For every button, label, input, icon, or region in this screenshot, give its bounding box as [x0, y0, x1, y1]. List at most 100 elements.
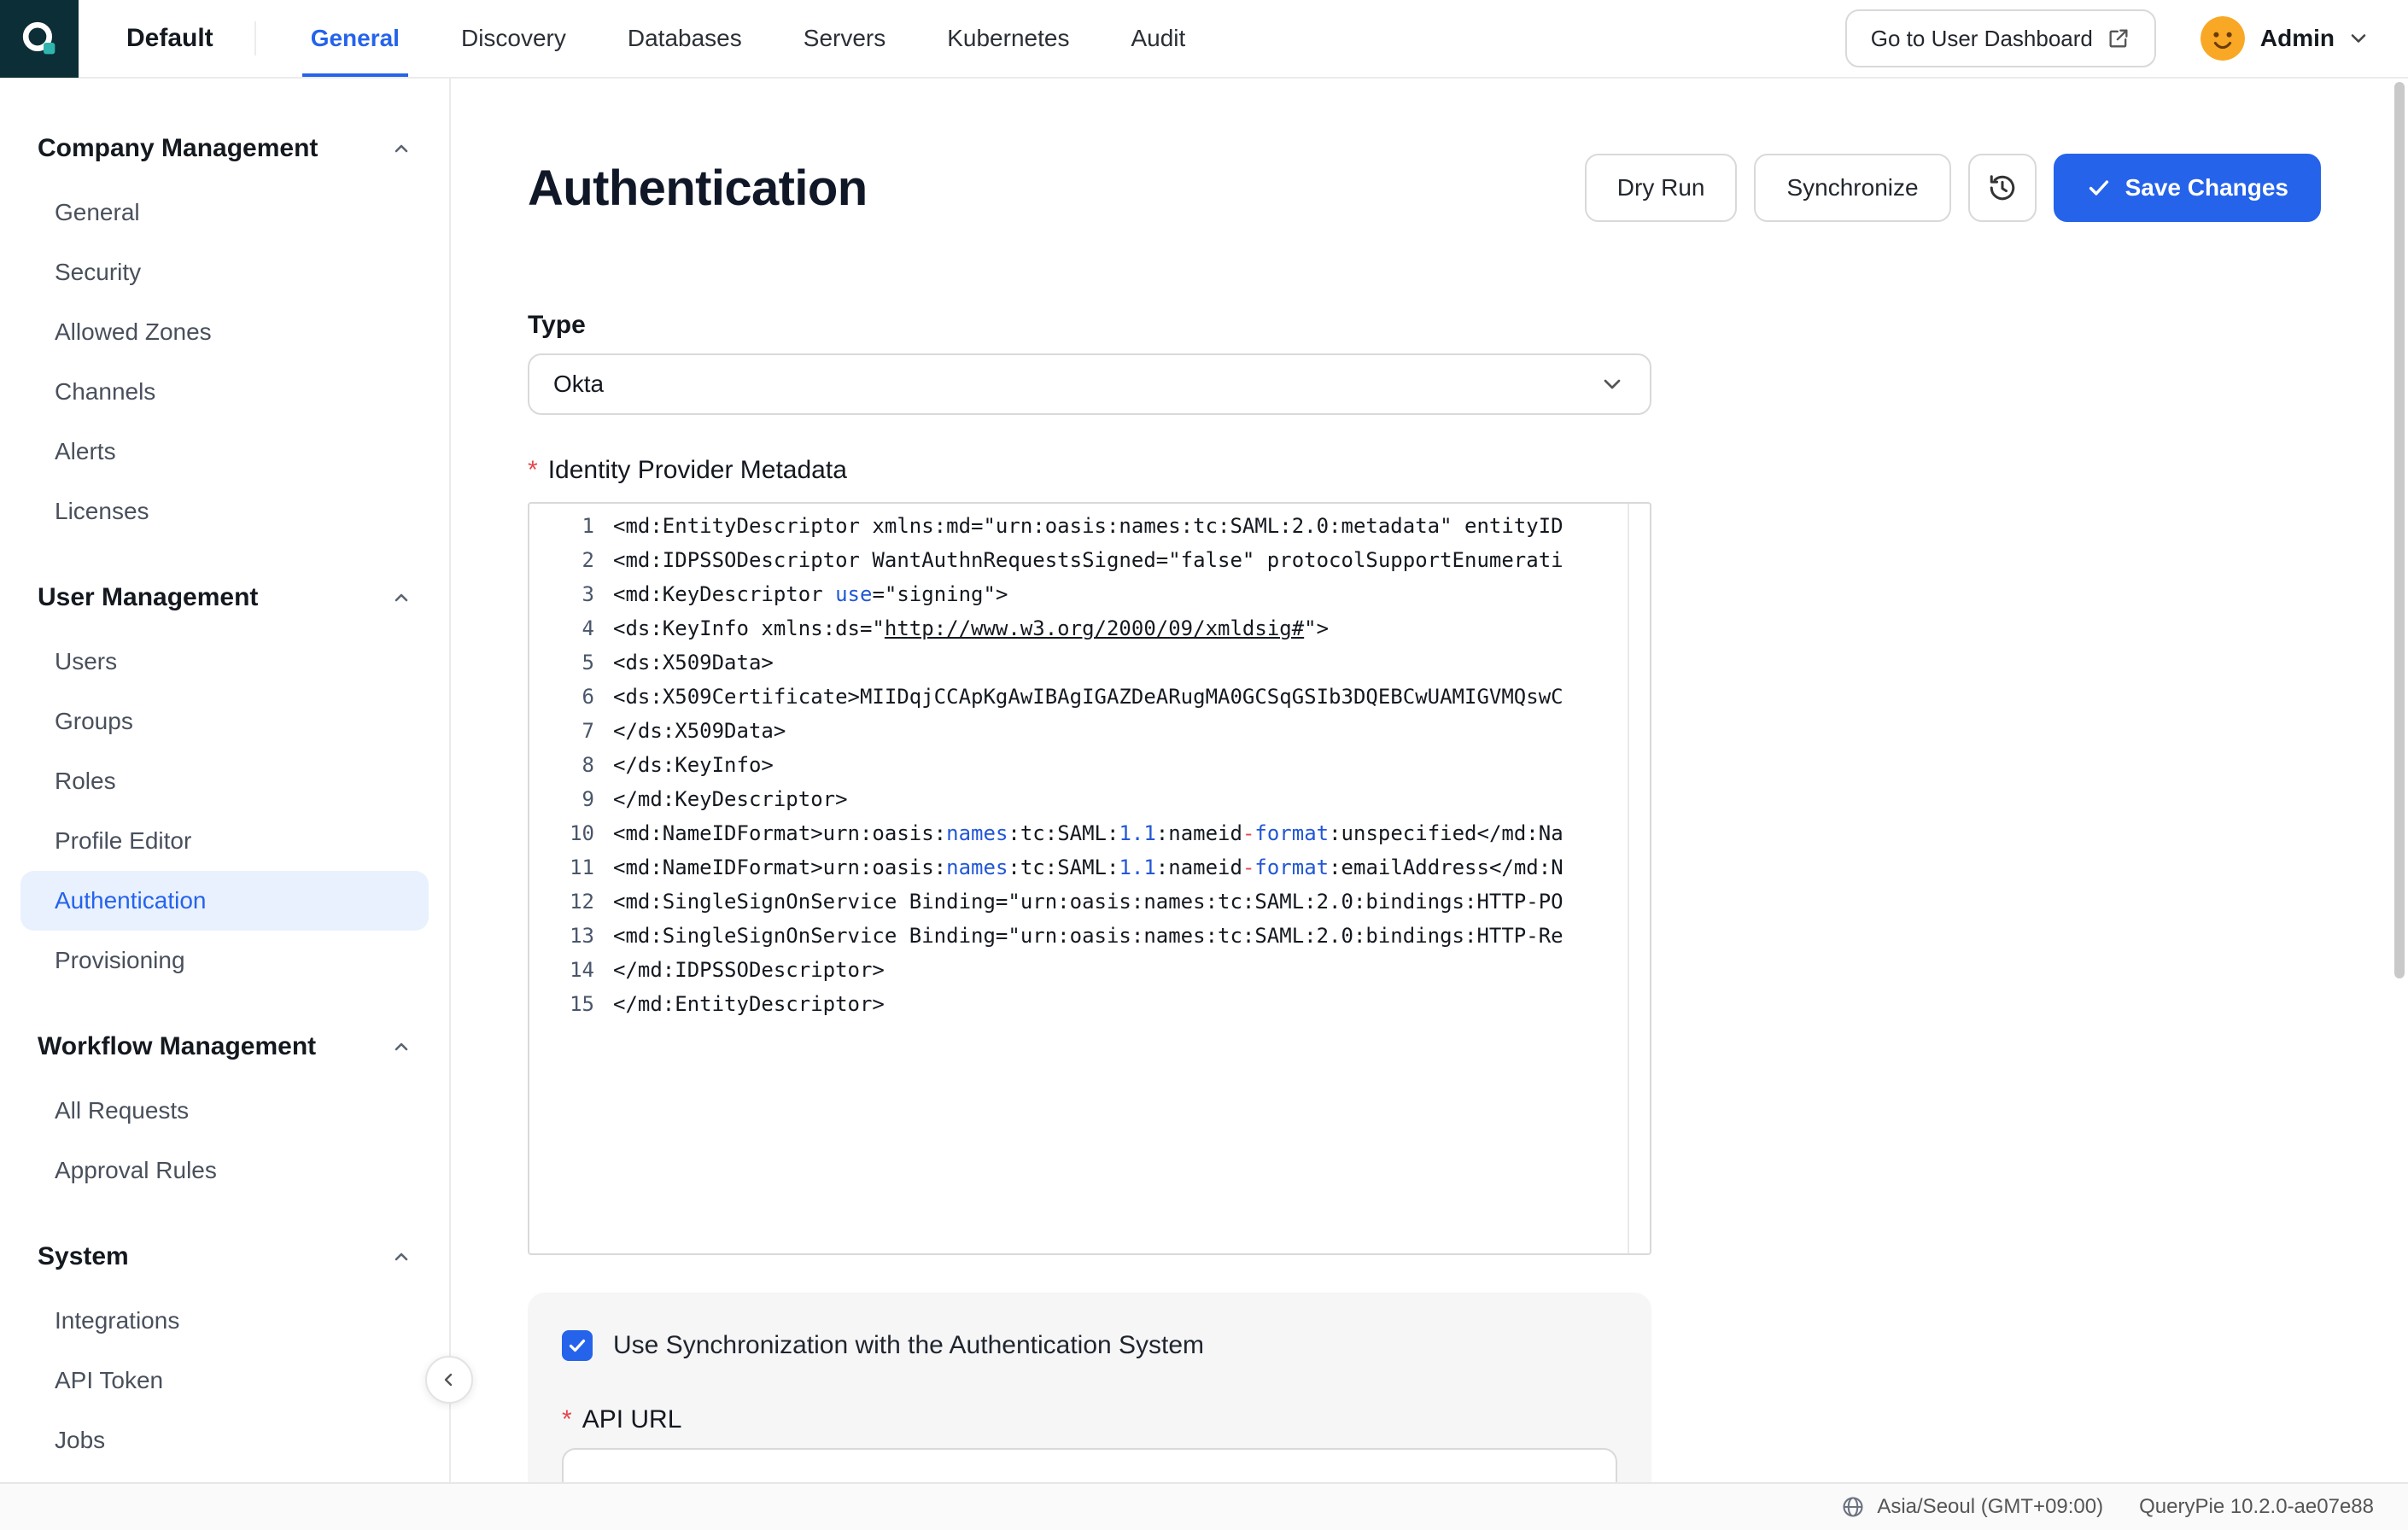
line-number: 7	[529, 714, 594, 748]
sidebar-item-licenses[interactable]: Licenses	[20, 482, 429, 541]
sidebar-collapse-button[interactable]	[425, 1356, 473, 1404]
sidebar-item-general[interactable]: General	[20, 183, 429, 242]
sidebar-item-provisioning[interactable]: Provisioning	[20, 931, 429, 990]
avatar-smiley-icon	[2201, 16, 2245, 61]
chevron-left-icon	[439, 1369, 459, 1390]
line-number: 6	[529, 680, 594, 714]
line-code: <md:SingleSignOnService Binding="urn:oas…	[613, 919, 1563, 953]
sidebar-item-channels[interactable]: Channels	[20, 362, 429, 422]
sidebar-item-alerts[interactable]: Alerts	[20, 422, 429, 482]
check-icon	[567, 1335, 587, 1356]
sidebar-item-profile-editor[interactable]: Profile Editor	[20, 811, 429, 871]
line-number: 4	[529, 611, 594, 645]
type-select[interactable]: Okta	[528, 353, 1651, 415]
primary-tabs: GeneralDiscoveryDatabasesServersKubernet…	[280, 0, 1217, 77]
chevron-up-icon	[391, 587, 412, 608]
sidebar-section: System IntegrationsAPI TokenJobs	[0, 1238, 449, 1470]
go-to-user-dashboard-label: Go to User Dashboard	[1871, 26, 2093, 52]
top-navigation-bar: Default GeneralDiscoveryDatabasesServers…	[0, 0, 2408, 79]
sidebar-item-all-requests[interactable]: All Requests	[20, 1081, 429, 1141]
line-code: <md:NameIDFormat>urn:oasis:names:tc:SAML…	[613, 816, 1563, 850]
chevron-up-icon	[391, 1037, 412, 1057]
tab-general[interactable]: General	[280, 0, 430, 77]
code-line: 5<ds:X509Data>	[529, 645, 1650, 680]
globe-icon	[1841, 1495, 1865, 1519]
tab-servers[interactable]: Servers	[773, 0, 916, 77]
chevron-up-icon	[391, 1247, 412, 1267]
api-url-field-label: * API URL	[562, 1405, 1617, 1434]
page-scrollbar[interactable]	[2394, 82, 2405, 978]
line-code: </md:IDPSSODescriptor>	[613, 953, 885, 987]
sidebar-item-groups[interactable]: Groups	[20, 692, 429, 751]
sidebar-section-title-workflow-management[interactable]: Workflow Management	[0, 1028, 449, 1066]
code-line: 4<ds:KeyInfo xmlns:ds="http://www.w3.org…	[529, 611, 1650, 645]
sidebar-section: Workflow Management All RequestsApproval …	[0, 1028, 449, 1200]
page-title: Authentication	[528, 160, 868, 217]
code-line: 12<md:SingleSignOnService Binding="urn:o…	[529, 885, 1650, 919]
save-changes-button[interactable]: Save Changes	[2054, 154, 2321, 222]
line-code: <md:KeyDescriptor use="signing">	[613, 577, 1008, 611]
line-code: </md:KeyDescriptor>	[613, 782, 848, 816]
tab-discovery[interactable]: Discovery	[430, 0, 597, 77]
sidebar-section: Company Management GeneralSecurityAllowed…	[0, 130, 449, 541]
timezone-label: Asia/Seoul (GMT+09:00)	[1877, 1495, 2103, 1519]
chevron-down-icon	[1599, 371, 1626, 398]
line-number: 10	[529, 816, 594, 850]
required-marker: *	[562, 1405, 572, 1434]
code-line: 3<md:KeyDescriptor use="signing">	[529, 577, 1650, 611]
sidebar-section-title-system[interactable]: System	[0, 1238, 449, 1276]
sidebar-item-api-token[interactable]: API Token	[20, 1351, 429, 1410]
user-avatar[interactable]	[2201, 16, 2245, 61]
line-code: <ds:X509Certificate>MIIDqjCCApKgAwIBAgIG…	[613, 680, 1563, 714]
metadata-editor-lines: 1<md:EntityDescriptor xmlns:md="urn:oasi…	[529, 509, 1650, 1021]
code-line: 8</ds:KeyInfo>	[529, 748, 1650, 782]
code-line: 1<md:EntityDescriptor xmlns:md="urn:oasi…	[529, 509, 1650, 543]
sidebar-sections: Company Management GeneralSecurityAllowed…	[0, 130, 449, 1470]
line-code: <md:NameIDFormat>urn:oasis:names:tc:SAML…	[613, 850, 1563, 885]
tab-kubernetes[interactable]: Kubernetes	[916, 0, 1100, 77]
sidebar-item-security[interactable]: Security	[20, 242, 429, 302]
sidebar-item-integrations[interactable]: Integrations	[20, 1291, 429, 1351]
line-code: <md:IDPSSODescriptor WantAuthnRequestsSi…	[613, 543, 1563, 577]
sync-checkbox-row: Use Synchronization with the Authenticat…	[562, 1323, 1617, 1361]
api-url-field-label-text: API URL	[582, 1405, 682, 1434]
sidebar-section: User Management UsersGroupsRolesProfile E…	[0, 579, 449, 990]
authentication-form: Type Okta * Identity Provider Metadata 1…	[528, 311, 1651, 1482]
workspace-name: Default	[126, 24, 213, 53]
querypie-logo[interactable]	[0, 0, 79, 78]
sidebar-item-approval-rules[interactable]: Approval Rules	[20, 1141, 429, 1200]
code-line: 15</md:EntityDescriptor>	[529, 987, 1650, 1021]
sidebar-section-title-user-management[interactable]: User Management	[0, 579, 449, 616]
sidebar-section-title-company-management[interactable]: Company Management	[0, 130, 449, 167]
sidebar-item-roles[interactable]: Roles	[20, 751, 429, 811]
line-number: 1	[529, 509, 594, 543]
metadata-editor[interactable]: 1<md:EntityDescriptor xmlns:md="urn:oasi…	[528, 502, 1651, 1255]
header-actions: Dry Run Synchronize Save Changes	[1585, 154, 2321, 222]
line-number: 13	[529, 919, 594, 953]
synchronize-button[interactable]: Synchronize	[1754, 154, 1950, 222]
code-line: 7 </ds:X509Data>	[529, 714, 1650, 748]
sidebar-item-authentication[interactable]: Authentication	[20, 871, 429, 931]
user-name-label[interactable]: Admin	[2260, 25, 2335, 52]
sidebar-item-allowed-zones[interactable]: Allowed Zones	[20, 302, 429, 362]
code-line: 6 <ds:X509Certificate>MIIDqjCCApKgAwIBAgI…	[529, 680, 1650, 714]
dry-run-button[interactable]: Dry Run	[1585, 154, 1738, 222]
line-code: </md:EntityDescriptor>	[613, 987, 885, 1021]
tab-audit[interactable]: Audit	[1100, 0, 1216, 77]
sidebar-item-users[interactable]: Users	[20, 632, 429, 692]
type-field-label: Type	[528, 311, 1651, 340]
chevron-down-icon[interactable]	[2347, 26, 2370, 50]
tab-databases[interactable]: Databases	[597, 0, 773, 77]
api-url-input[interactable]	[562, 1448, 1617, 1482]
querypie-logo-icon	[18, 17, 61, 60]
code-line: 11<md:NameIDFormat>urn:oasis:names:tc:SA…	[529, 850, 1650, 885]
history-button[interactable]	[1968, 154, 2037, 222]
sync-checkbox[interactable]	[562, 1330, 593, 1361]
sidebar-item-jobs[interactable]: Jobs	[20, 1410, 429, 1470]
line-code: </ds:X509Data>	[613, 714, 786, 748]
go-to-user-dashboard-button[interactable]: Go to User Dashboard	[1845, 9, 2156, 67]
topbar-right-cluster: Go to User Dashboard Admin	[1845, 9, 2408, 67]
type-select-value: Okta	[553, 371, 604, 398]
sidebar-section-title-text: User Management	[38, 583, 258, 612]
line-number: 14	[529, 953, 594, 987]
